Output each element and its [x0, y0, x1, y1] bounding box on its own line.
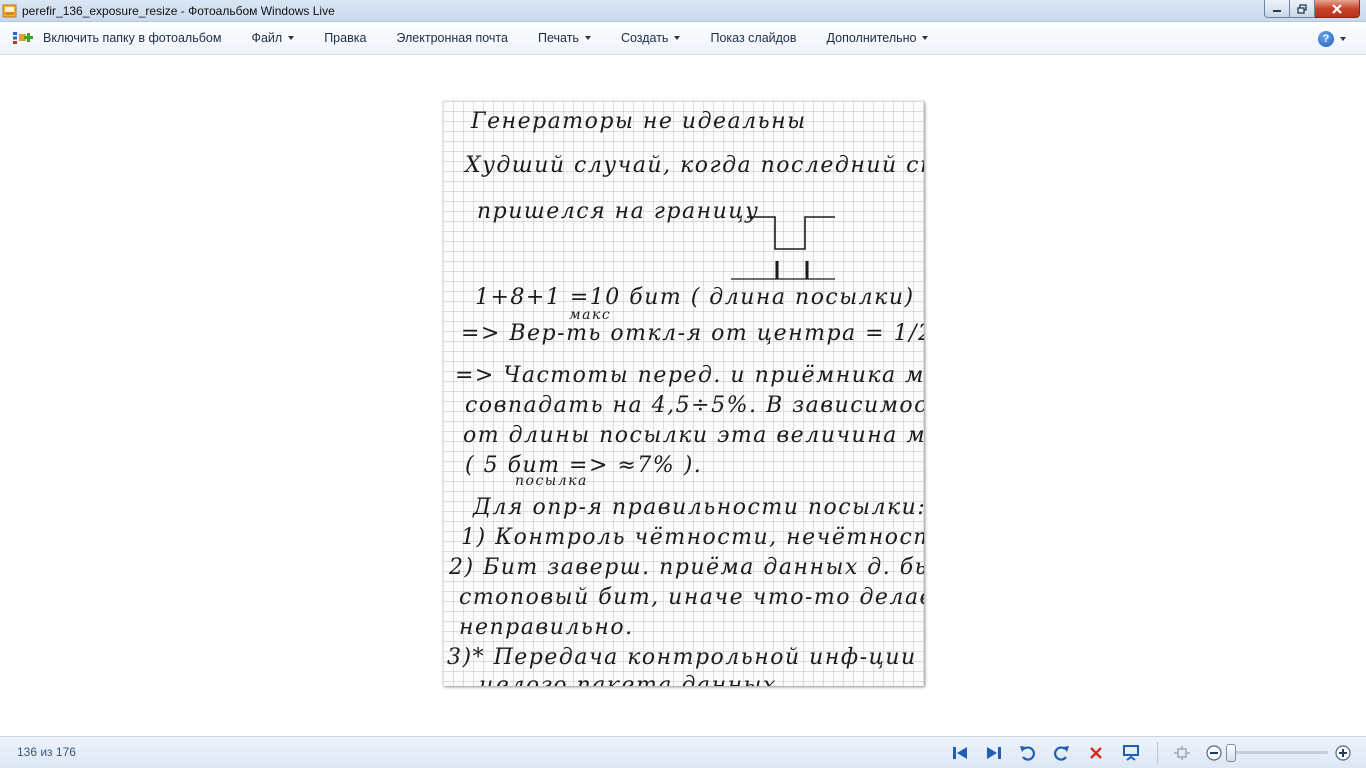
menu-more-label: Дополнительно [826, 31, 917, 45]
restore-button[interactable] [1290, 0, 1315, 18]
menu-print-label: Печать [537, 31, 579, 45]
include-folder-label: Включить папку в фотоальбом [43, 31, 222, 45]
actual-size-icon [1174, 746, 1190, 760]
handwritten-line: от длины посылки эта величина мен-ся [463, 423, 924, 448]
menu-slideshow[interactable]: Показ слайдов [695, 26, 811, 50]
previous-icon [953, 747, 967, 759]
title-bar: perefir_136_exposure_resize - Фотоальбом… [0, 0, 1366, 22]
handwritten-line: стоповый бит, иначе что-то делаем [459, 585, 924, 610]
handwritten-line: совпадать на 4,5÷5%. В зависимости [465, 393, 924, 418]
handwritten-line: 3)* Передача контрольной инф-ции для [447, 645, 924, 670]
window-title: perefir_136_exposure_resize - Фотоальбом… [22, 3, 335, 18]
zoom-in-icon [1335, 745, 1351, 761]
slideshow-icon [1123, 745, 1139, 761]
chevron-down-icon [674, 36, 681, 40]
handwritten-line: 2) Бит заверш. приёма данных д. быть [449, 555, 924, 580]
rotate-right-icon [1054, 746, 1069, 761]
delete-icon [1090, 747, 1102, 759]
rotate-right-button[interactable] [1051, 742, 1073, 764]
menu-email[interactable]: Электронная почта [381, 26, 523, 50]
signal-diagram [731, 216, 835, 280]
photo-viewer: Генераторы не идеальны Худший случай, ко… [0, 56, 1366, 736]
menu-email-label: Электронная почта [396, 31, 508, 45]
toolbar-separator [1157, 742, 1158, 764]
handwritten-line: 1) Контроль чётности, нечётности ( 50%) [461, 525, 924, 550]
menu-bar: Включить папку в фотоальбом Файл Правка … [0, 22, 1366, 55]
close-icon [1332, 3, 1342, 14]
menu-print[interactable]: Печать [523, 26, 606, 50]
zoom-slider-thumb[interactable] [1226, 744, 1236, 762]
menu-file[interactable]: Файл [236, 26, 309, 50]
handwritten-line: целого пакета данных [479, 673, 777, 686]
handwritten-line: Для опр-я правильности посылки: [473, 495, 924, 520]
handwritten-line: Генераторы не идеальны [471, 109, 807, 134]
previous-button[interactable] [949, 742, 971, 764]
menu-more[interactable]: Дополнительно [812, 26, 944, 50]
window-controls [1264, 0, 1360, 18]
chevron-down-icon [922, 36, 929, 40]
zoom-out-button[interactable] [1203, 742, 1225, 764]
minimize-icon [1273, 9, 1281, 12]
chevron-down-icon [1340, 37, 1346, 41]
next-button[interactable] [983, 742, 1005, 764]
photo-image: Генераторы не идеальны Худший случай, ко… [443, 101, 924, 686]
handwritten-line: => Вер-ть откл-я от центра = 1/20 = ±5%. [461, 321, 924, 346]
close-button[interactable] [1315, 0, 1360, 18]
rotate-left-icon [1020, 746, 1035, 761]
handwritten-line: => Частоты перед. и приёмника м. не [455, 363, 924, 388]
zoom-slider-track[interactable] [1232, 751, 1328, 754]
actual-size-button[interactable] [1171, 742, 1193, 764]
menu-edit[interactable]: Правка [309, 26, 381, 50]
restore-icon [1297, 3, 1307, 14]
minimize-button[interactable] [1264, 0, 1290, 18]
chevron-down-icon [584, 36, 591, 40]
include-folder-button[interactable]: Включить папку в фотоальбом [0, 26, 236, 50]
chevron-down-icon [288, 36, 295, 40]
zoom-out-icon [1206, 745, 1222, 761]
handwritten-line: пришелся на границу [477, 199, 760, 224]
delete-button[interactable] [1085, 742, 1107, 764]
slideshow-button[interactable] [1120, 742, 1142, 764]
menu-create-label: Создать [620, 31, 669, 45]
handwritten-line: 1+8+1 =10 бит ( длина посылки) [475, 285, 915, 310]
menu-slideshow-label: Показ слайдов [710, 31, 797, 45]
menu-create[interactable]: Создать [606, 26, 696, 50]
menu-edit-label: Правка [324, 31, 367, 45]
handwritten-line: Худший случай, когда последний строб [465, 153, 924, 178]
handwritten-line: неправильно. [459, 615, 634, 640]
photo-gallery-app-icon [2, 3, 18, 19]
menu-file-label: Файл [251, 31, 283, 45]
photo-counter: 136 из 176 [17, 745, 76, 759]
include-folder-icon [13, 32, 33, 44]
help-icon: ? [1318, 31, 1334, 47]
handwritten-line: посылка [515, 473, 588, 489]
help-button[interactable]: ? [1318, 27, 1346, 51]
zoom-in-button[interactable] [1332, 742, 1354, 764]
bottom-toolbar: 136 из 176 [0, 736, 1366, 768]
next-icon [987, 747, 1001, 759]
rotate-left-button[interactable] [1016, 742, 1038, 764]
